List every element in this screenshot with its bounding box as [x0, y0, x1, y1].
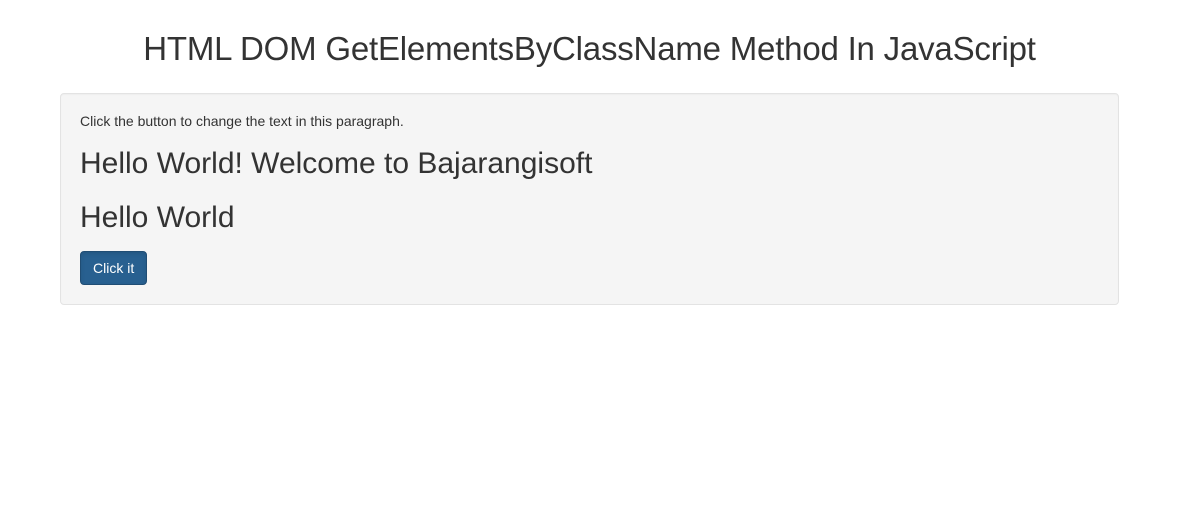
content-well: Click the button to change the text in t…	[60, 93, 1119, 305]
heading-hello-welcome: Hello World! Welcome to Bajarangisoft	[80, 147, 1099, 181]
instruction-text: Click the button to change the text in t…	[80, 113, 1099, 129]
heading-hello-world: Hello World	[80, 201, 1099, 235]
click-it-button[interactable]: Click it	[80, 251, 147, 285]
page-title: HTML DOM GetElementsByClassName Method I…	[60, 30, 1119, 68]
